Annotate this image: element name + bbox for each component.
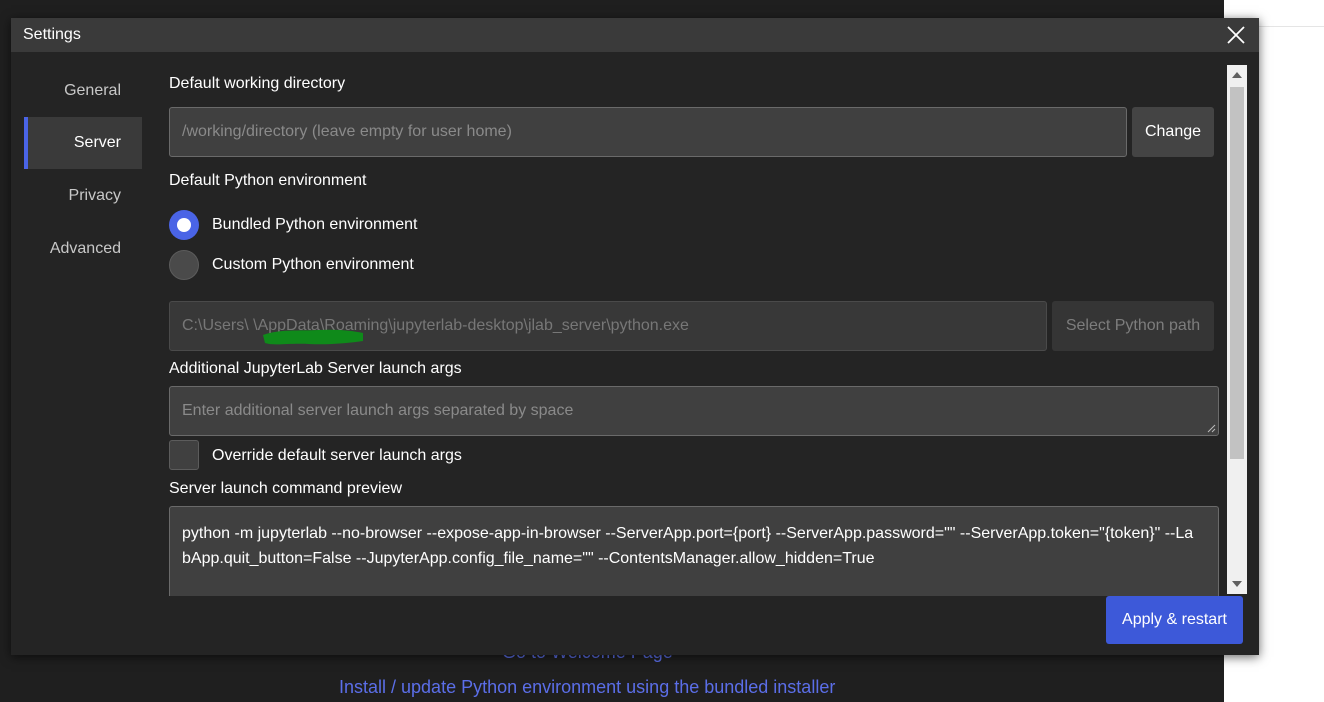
sidebar-item-general[interactable]: General: [24, 65, 142, 117]
install-python-link[interactable]: Install / update Python environment usin…: [339, 677, 835, 698]
bundled-env-label: Bundled Python environment: [212, 216, 418, 233]
dialog-titlebar: Settings: [11, 18, 1259, 52]
launch-args-placeholder: Enter additional server launch args sepa…: [182, 402, 574, 419]
python-environment-label: Default Python environment: [169, 172, 367, 189]
scroll-down-icon[interactable]: [1232, 581, 1242, 587]
override-args-label: Override default server launch args: [212, 447, 462, 464]
command-preview-text: python -m jupyterlab --no-browser --expo…: [182, 525, 1194, 567]
sidebar-item-server[interactable]: Server: [24, 117, 142, 169]
close-icon: [1227, 26, 1245, 44]
working-directory-input[interactable]: /working/directory (leave empty for user…: [169, 107, 1127, 157]
settings-scrollbar[interactable]: [1227, 65, 1247, 594]
sidebar-item-privacy[interactable]: Privacy: [24, 170, 142, 222]
resize-grip-icon[interactable]: [1207, 424, 1216, 433]
dialog-title: Settings: [23, 26, 81, 43]
command-preview-textarea[interactable]: python -m jupyterlab --no-browser --expo…: [169, 506, 1219, 596]
launch-args-textarea[interactable]: Enter additional server launch args sepa…: [169, 386, 1219, 436]
override-args-checkbox[interactable]: [169, 440, 199, 470]
apply-restart-button[interactable]: Apply & restart: [1106, 596, 1243, 644]
redaction-mark: [263, 329, 363, 345]
launch-args-label: Additional JupyterLab Server launch args: [169, 360, 462, 377]
working-directory-label: Default working directory: [169, 75, 346, 92]
select-python-path-button: Select Python path: [1052, 301, 1214, 351]
sidebar-item-advanced[interactable]: Advanced: [24, 223, 142, 275]
custom-env-label: Custom Python environment: [212, 256, 414, 273]
command-preview-label: Server launch command preview: [169, 480, 402, 497]
scroll-thumb[interactable]: [1230, 87, 1244, 459]
custom-env-radio[interactable]: [169, 250, 199, 280]
settings-dialog: Settings General Server Privacy Advanced…: [11, 18, 1259, 655]
change-directory-button[interactable]: Change: [1132, 107, 1214, 157]
bundled-env-radio[interactable]: [169, 210, 199, 240]
scroll-up-icon[interactable]: [1232, 72, 1242, 78]
close-button[interactable]: [1225, 24, 1247, 46]
